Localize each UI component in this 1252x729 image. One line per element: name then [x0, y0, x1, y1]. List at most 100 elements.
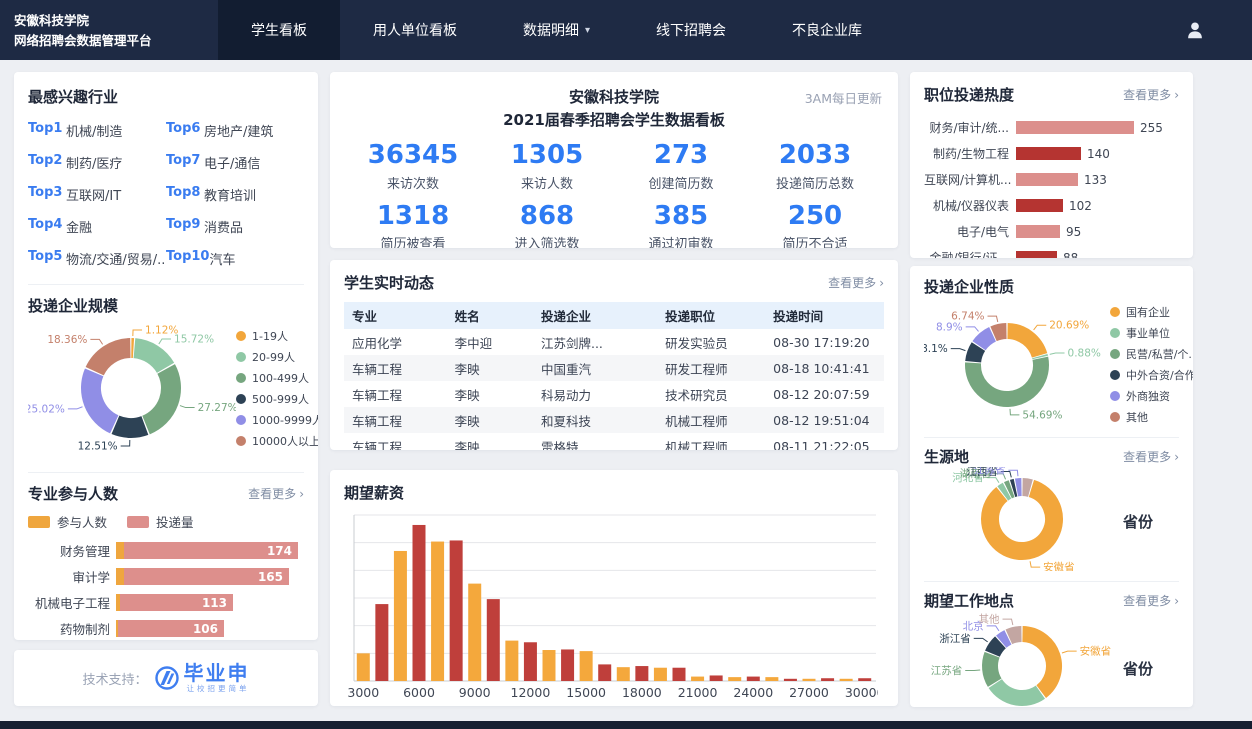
heat-bar[interactable]	[1016, 147, 1081, 160]
donut-slice[interactable]	[1023, 487, 1031, 488]
donut-slice[interactable]	[992, 642, 1000, 653]
work-place-more-link[interactable]: 查看更多›	[1123, 592, 1179, 609]
table-cell: 08-18 10:41:41	[765, 355, 884, 381]
salary-bar[interactable]	[505, 641, 518, 681]
donut-slice[interactable]	[134, 348, 165, 368]
donut-slice[interactable]	[1008, 331, 1040, 355]
x-tick-label: 15000	[566, 685, 606, 700]
chevron-down-icon: ▾	[585, 25, 590, 36]
donut-slice[interactable]	[1013, 488, 1016, 489]
industry-item: Top6房地产/建筑	[166, 121, 304, 140]
donut-slice[interactable]	[1001, 637, 1008, 641]
heat-bar[interactable]	[1016, 199, 1063, 212]
delivery-value: 174	[267, 544, 292, 558]
donut-slice[interactable]	[979, 334, 993, 345]
salary-bar[interactable]	[357, 653, 370, 681]
salary-bar[interactable]	[543, 650, 556, 681]
label-line	[1030, 561, 1040, 567]
donut-slice[interactable]	[995, 684, 1040, 698]
heat-bar[interactable]	[1016, 251, 1057, 258]
majors-more-link[interactable]: 查看更多›	[248, 485, 304, 502]
heat-bar[interactable]	[1016, 121, 1134, 134]
company-scale-title: 投递企业规模	[28, 295, 304, 316]
donut-slice[interactable]	[990, 488, 1054, 551]
donut-slice[interactable]	[973, 358, 1041, 399]
nav-tab-5[interactable]: 不良企业库	[759, 0, 895, 60]
donut-slice[interactable]	[1008, 489, 1012, 491]
salary-bar[interactable]	[635, 666, 648, 681]
salary-bar[interactable]	[450, 540, 463, 681]
salary-bar[interactable]	[561, 649, 574, 681]
nav-tab-1[interactable]: 学生看板	[218, 0, 340, 60]
nav-tab-4[interactable]: 线下招聘会	[623, 0, 759, 60]
salary-bar[interactable]	[803, 679, 816, 681]
salary-bar[interactable]	[821, 678, 834, 681]
stacked-bar[interactable]: 174	[116, 542, 298, 559]
salary-bar[interactable]	[413, 525, 426, 681]
activity-more-link[interactable]: 查看更多›	[828, 274, 884, 291]
heat-bar[interactable]	[1016, 225, 1060, 238]
salary-bar[interactable]	[598, 664, 611, 681]
donut-slice[interactable]	[115, 425, 144, 428]
salary-bar[interactable]	[765, 677, 778, 681]
salary-bar[interactable]	[487, 599, 500, 681]
legend-item: 外商独资	[1110, 388, 1193, 404]
salary-bar[interactable]	[691, 677, 704, 681]
donut-slice[interactable]	[146, 369, 171, 425]
industry-item: Top4金融	[28, 217, 166, 236]
salary-bar[interactable]	[654, 668, 667, 681]
table-cell: 08-30 17:19:20	[765, 329, 884, 355]
salary-bar[interactable]	[394, 551, 407, 681]
heat-bar[interactable]	[1016, 173, 1078, 186]
label-line	[987, 626, 999, 631]
delivery-value: 165	[258, 570, 283, 584]
donut-slice[interactable]	[973, 347, 978, 362]
table-cell: 李映	[447, 433, 533, 450]
salary-bar[interactable]	[858, 678, 871, 681]
salary-bar[interactable]	[375, 604, 388, 681]
donut-slice[interactable]	[990, 655, 995, 683]
salary-bar[interactable]	[524, 642, 537, 681]
industry-label: 汽车	[209, 249, 235, 268]
nav-tab-3[interactable]: 数据明细▾	[490, 0, 623, 60]
salary-bar[interactable]	[747, 677, 760, 681]
nature-donut: 20.69%0.88%54.69%8.1%8.9%6.74%	[924, 297, 1110, 427]
salary-bar[interactable]	[431, 542, 444, 681]
salary-bar[interactable]	[784, 679, 797, 681]
donut-slice[interactable]	[1023, 634, 1054, 692]
donut-label: 6.74%	[951, 311, 984, 323]
salary-bar[interactable]	[580, 651, 593, 681]
stat-value: 273	[614, 141, 748, 170]
donut-slice[interactable]	[1009, 634, 1022, 637]
majors-section: 专业参与人数 查看更多› 参与人数投递量 财务管理174审计学165机械电子工程…	[28, 472, 304, 640]
delivery-bar-segment: 165	[124, 568, 289, 585]
legend-dot	[236, 331, 246, 341]
donut-slice[interactable]	[1003, 491, 1007, 494]
legend-label: 1-19人	[252, 328, 288, 344]
salary-bar[interactable]	[728, 677, 741, 681]
salary-bar[interactable]	[840, 679, 853, 681]
label-line	[133, 330, 142, 336]
user-icon[interactable]	[1184, 19, 1206, 41]
origin-more-link[interactable]: 查看更多›	[1123, 448, 1179, 465]
chevron-right-icon: ›	[299, 487, 304, 501]
table-cell: 李中迎	[447, 329, 533, 355]
salary-bar[interactable]	[468, 584, 481, 681]
legend-label: 500-999人	[252, 391, 309, 407]
stacked-bar[interactable]: 106	[116, 620, 224, 637]
salary-bar[interactable]	[673, 668, 686, 681]
stacked-bar[interactable]: 165	[116, 568, 289, 585]
salary-bar[interactable]	[617, 667, 630, 681]
industry-item: Top7电子/通信	[166, 153, 304, 172]
activity-col-header: 投递时间	[765, 302, 884, 329]
stat-label: 来访人数	[480, 173, 614, 192]
donut-slice[interactable]	[994, 331, 1007, 334]
origin-section: 生源地 查看更多› 安徽省河北省湖南省江西省江苏省 省份	[924, 437, 1179, 581]
salary-bar[interactable]	[710, 675, 723, 681]
nav-tab-2[interactable]: 用人单位看板	[340, 0, 490, 60]
donut-slice[interactable]	[91, 372, 114, 424]
delivery-bar-segment: 174	[124, 542, 298, 559]
donut-slice[interactable]	[95, 348, 131, 371]
job-heat-more-link[interactable]: 查看更多›	[1123, 86, 1179, 103]
stacked-bar[interactable]: 113	[116, 594, 233, 611]
